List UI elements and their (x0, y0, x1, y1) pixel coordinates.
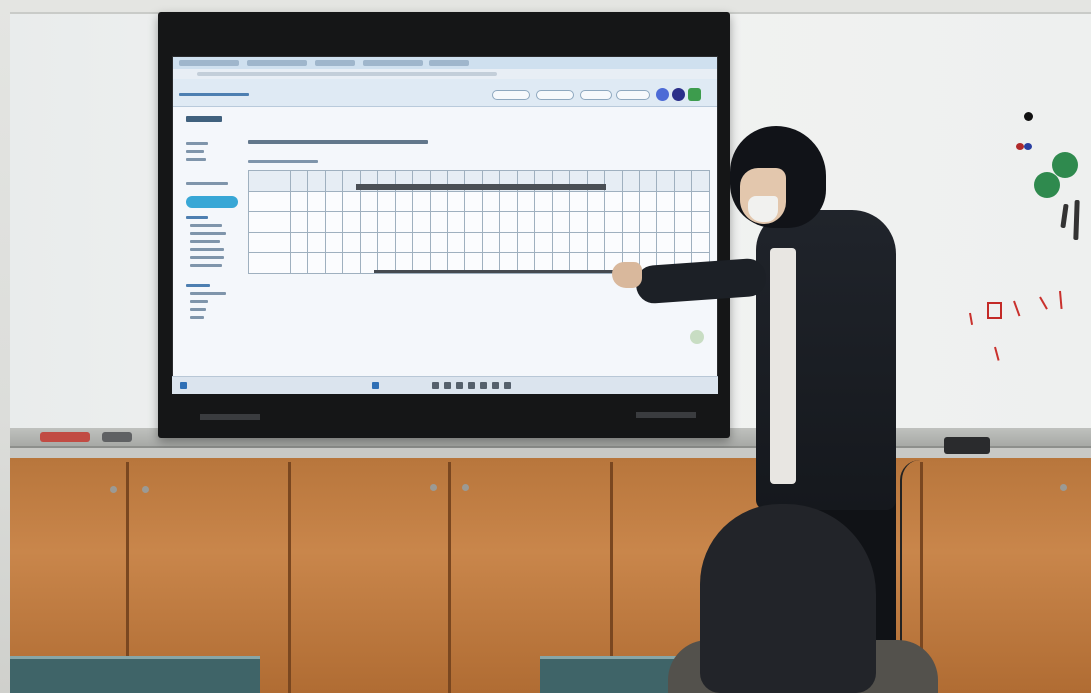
sidebar-text (186, 150, 204, 153)
red-magnet (1016, 143, 1024, 150)
content-subheading (248, 160, 318, 163)
settings-icon (672, 88, 685, 101)
monitor-label (636, 412, 696, 418)
taskbar-icon (456, 382, 463, 389)
cabinet-seam (448, 462, 451, 693)
taskbar-icon (444, 382, 451, 389)
sidebar-link (190, 292, 226, 295)
taskbar-icon (504, 382, 511, 389)
header-button (616, 90, 650, 100)
sidebar-link (190, 248, 224, 251)
content-heading (248, 140, 428, 144)
sidebar-link (190, 308, 206, 311)
sidebar-heading (186, 116, 222, 122)
grid-scrollbar (374, 270, 614, 273)
sidebar-link (186, 284, 210, 287)
cabinet-knob (430, 484, 437, 491)
sidebar-link (190, 300, 208, 303)
cabinet-seam (288, 462, 291, 693)
sidebar-link (190, 232, 226, 235)
cabinet-knob (142, 486, 149, 493)
taskbar-icon (480, 382, 487, 389)
sidebar-text (186, 142, 208, 145)
start-icon (180, 382, 187, 389)
highlight-tooltip (356, 184, 606, 190)
header-button (536, 90, 574, 100)
header-button (492, 90, 530, 100)
sidebar-link (190, 224, 222, 227)
eraser (40, 432, 90, 442)
desk (10, 656, 260, 693)
presenter-shirt (770, 248, 796, 484)
header-button (580, 90, 612, 100)
user-icon (656, 88, 669, 101)
ledge-object (102, 432, 132, 442)
black-magnet (1024, 112, 1033, 121)
sidebar-link (190, 256, 224, 259)
green-icon (688, 88, 701, 101)
taskbar-icon (432, 382, 439, 389)
taskbar-icon (492, 382, 499, 389)
speaker-device (944, 437, 990, 454)
sidebar-text (186, 182, 228, 185)
presenter-hand (612, 262, 642, 288)
sidebar-link (190, 316, 204, 319)
floating-button (690, 330, 704, 344)
cabinet-knob (110, 486, 117, 493)
cabinet-knob (1060, 484, 1067, 491)
monitor-label (200, 414, 260, 420)
audience-head (700, 504, 876, 693)
sidebar-link (186, 216, 208, 219)
sidebar-action-button (186, 196, 238, 208)
red-stamp (987, 302, 1002, 319)
cabinet-knob (462, 484, 469, 491)
green-magnet (1052, 152, 1078, 178)
browser-tabs (173, 57, 717, 69)
taskbar-icon (468, 382, 475, 389)
face-mask (748, 196, 778, 222)
sidebar-link (190, 264, 222, 267)
classroom-photo (0, 0, 1091, 693)
blue-magnet (1024, 143, 1032, 150)
taskbar-icon (372, 382, 379, 389)
green-magnet (1034, 172, 1060, 198)
address-bar (173, 69, 717, 79)
sidebar-text (186, 158, 206, 161)
sidebar-link (190, 240, 220, 243)
